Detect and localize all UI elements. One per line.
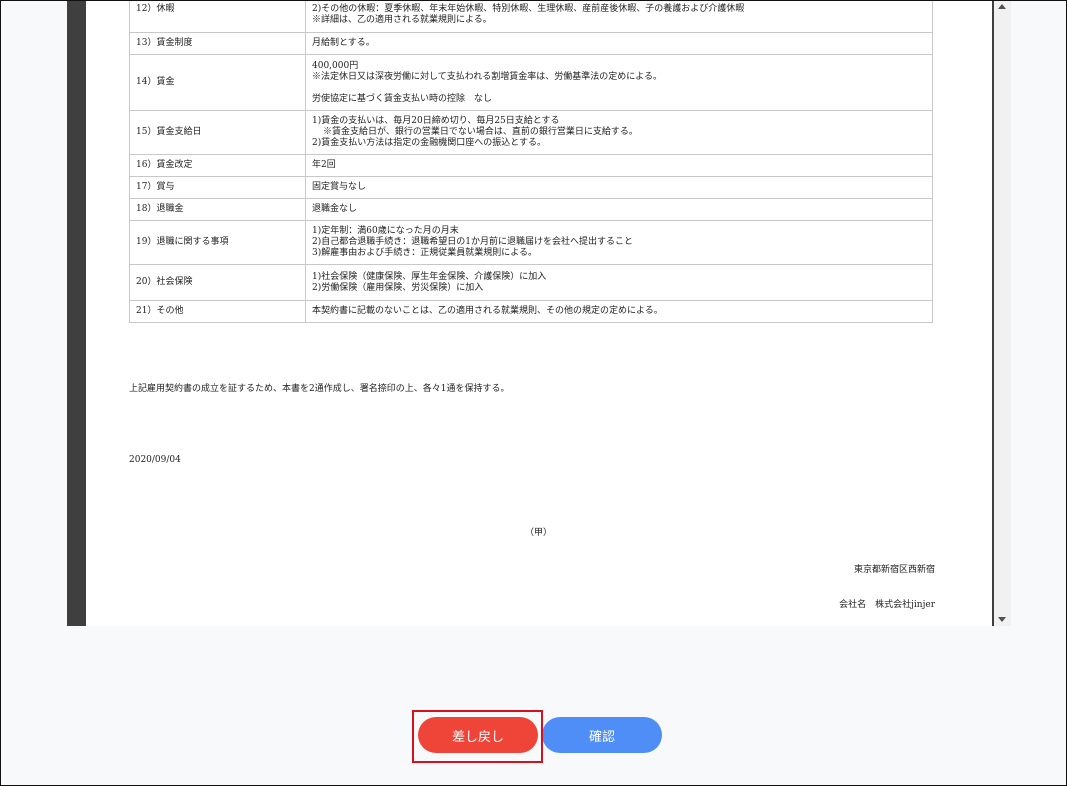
table-row: 21）その他 本契約書に記載のないことは、乙の適用される就業規則、その他の規定の定… bbox=[129, 300, 933, 323]
row-value: 本契約書に記載のないことは、乙の適用される就業規則、その他の規定の定めによる。 bbox=[305, 300, 933, 323]
row-value-line: 2)自己都合退職手続き：退職希望日の1か月前に退職届けを会社へ提出すること bbox=[312, 237, 633, 247]
row-value: 年2回 bbox=[305, 154, 933, 177]
row-label: 14）賃金 bbox=[129, 54, 306, 111]
row-value-line: 固定賞与なし bbox=[312, 182, 367, 192]
row-value-line: 1)定年制：満60歳になった月の月末 bbox=[312, 226, 459, 236]
company-name: 会社名 株式会社jinjer bbox=[839, 600, 935, 610]
row-label: 19）退職に関する事項 bbox=[129, 220, 306, 265]
table-row: 18）退職金 退職金なし bbox=[129, 198, 933, 221]
row-value-line: 400,000円 bbox=[312, 60, 359, 71]
table-row: 15）賃金支給日 1)賃金の支払いは、毎月20日締め切り、毎月25日支給とする ※賃… bbox=[129, 110, 933, 155]
row-value: 400,000円 ※法定休日又は深夜労働に対して支払われる割増賃金率は、労働基準法… bbox=[305, 54, 933, 111]
row-value-line: ※詳細は、乙の適用される就業規則による。 bbox=[312, 15, 492, 25]
row-value: 月給制とする。 bbox=[305, 32, 933, 55]
viewer-scrollbar[interactable] bbox=[994, 1, 1011, 626]
row-label: 18）退職金 bbox=[129, 198, 306, 221]
row-value: 固定賞与なし bbox=[305, 176, 933, 199]
row-value-line: 2)賃金支払い方法は指定の金融機関口座への振込とする。 bbox=[312, 138, 546, 148]
row-value: 1)年次有給休暇：入社日より6か月後に法定通りの日数を付与する。2)その他の休暇… bbox=[305, 1, 933, 33]
row-value-line: 1)賃金の支払いは、毎月20日締め切り、毎月25日支給とする bbox=[312, 116, 560, 126]
row-value-line: ※賃金支給日が、銀行の営業日でない場合は、直前の銀行営業日に支給する。 bbox=[323, 127, 638, 137]
row-label: 20）社会保険 bbox=[129, 264, 306, 301]
company-address: 東京都新宿区西新宿 bbox=[853, 565, 935, 575]
row-label: 12）休暇 bbox=[129, 1, 306, 33]
table-row: 13）賃金制度 月給制とする。 bbox=[129, 32, 933, 55]
row-value-line: 退職金なし bbox=[312, 204, 358, 214]
table-row: 16）賃金改定 年2回 bbox=[129, 154, 933, 177]
contract-terms-table: 12）休暇1)年次有給休暇：入社日より6か月後に法定通りの日数を付与する。2)そ… bbox=[129, 1, 933, 323]
row-value: 1)定年制：満60歳になった月の月末 2)自己都合退職手続き：退職希望日の1か月前… bbox=[305, 220, 933, 265]
row-value-line: 2)その他の休暇：夏季休暇、年末年始休暇、特別休暇、生理休暇、産前産後休暇、子の… bbox=[312, 4, 745, 14]
row-value-line: 2)労働保険（雇用保険、労災保険）に加入 bbox=[312, 282, 484, 293]
table-row: 12）休暇1)年次有給休暇：入社日より6か月後に法定通りの日数を付与する。2)そ… bbox=[129, 1, 933, 33]
table-row: 17）賞与 固定賞与なし bbox=[129, 176, 933, 199]
confirm-button[interactable]: 確認 bbox=[542, 717, 662, 753]
row-value-line: ※法定休日又は深夜労働に対して支払われる割増賃金率は、労働基準法の定めによる。 bbox=[312, 71, 663, 82]
document-viewer[interactable]: 12）休暇1)年次有給休暇：入社日より6か月後に法定通りの日数を付与する。2)そ… bbox=[67, 1, 1011, 626]
row-value-line: 本契約書に記載のないことは、乙の適用される就業規則、その他の規定の定めによる。 bbox=[312, 306, 663, 316]
table-row: 14）賃金 400,000円 ※法定休日又は深夜労働に対して支払われる割増賃金率は、… bbox=[129, 54, 933, 111]
contract-page: 12）休暇1)年次有給休暇：入社日より6か月後に法定通りの日数を付与する。2)そ… bbox=[86, 1, 992, 626]
table-row: 19）退職に関する事項 1)定年制：満60歳になった月の月末 2)自己都合退職手続き… bbox=[129, 220, 933, 265]
scroll-down-arrow-icon[interactable] bbox=[998, 617, 1006, 622]
row-value-line: 月給制とする。 bbox=[312, 38, 375, 48]
row-value-line: 労使協定に基づく賃金支払い時の控除 なし bbox=[312, 93, 493, 104]
row-value: 1)社会保険（健康保険、厚生年金保険、介護保険）に加入 2)労働保険（雇用保険、労… bbox=[305, 264, 933, 301]
scroll-up-arrow-icon[interactable] bbox=[998, 4, 1006, 9]
row-label: 15）賃金支給日 bbox=[129, 110, 306, 155]
row-value-line: 年2回 bbox=[312, 160, 336, 170]
return-button[interactable]: 差し戻し bbox=[418, 717, 538, 753]
table-row: 20）社会保険 1)社会保険（健康保険、厚生年金保険、介護保険）に加入 2)労働保険… bbox=[129, 264, 933, 301]
row-value-line: 3)解雇事由および手続き：正規従業員就業規則による。 bbox=[312, 248, 537, 258]
row-value: 1)賃金の支払いは、毎月20日締め切り、毎月25日支給とする ※賃金支給日が、銀行… bbox=[305, 110, 933, 155]
row-value-line: 1)社会保険（健康保険、厚生年金保険、介護保険）に加入 bbox=[312, 271, 547, 282]
row-label: 21）その他 bbox=[129, 300, 306, 323]
row-value: 退職金なし bbox=[305, 198, 933, 221]
row-label: 13）賃金制度 bbox=[129, 32, 306, 55]
closing-sentence: 上記雇用契約書の成立を証するため、本書を2通作成し、署名捺印の上、各々1通を保持… bbox=[129, 384, 510, 394]
app-frame: 12）休暇1)年次有給休暇：入社日より6か月後に法定通りの日数を付与する。2)そ… bbox=[0, 0, 1067, 786]
contract-date: 2020/09/04 bbox=[129, 455, 181, 465]
party-label: （甲） bbox=[525, 528, 553, 538]
row-label: 16）賃金改定 bbox=[129, 154, 306, 177]
row-label: 17）賞与 bbox=[129, 176, 306, 199]
